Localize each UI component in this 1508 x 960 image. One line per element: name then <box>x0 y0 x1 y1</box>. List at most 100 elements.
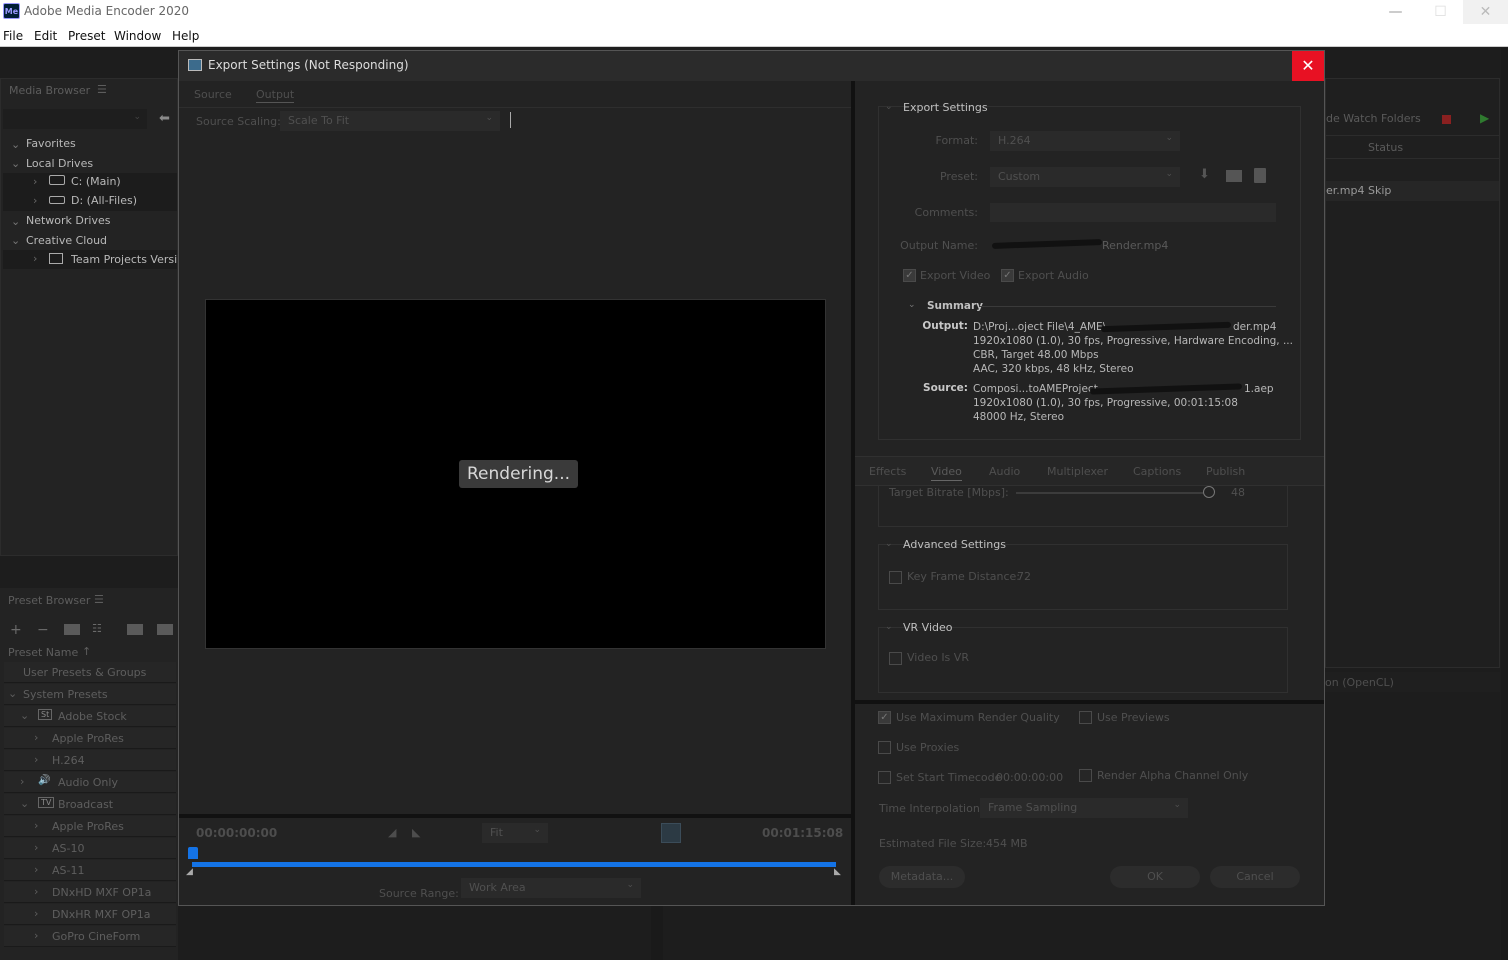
timeline-work-area[interactable] <box>192 862 836 867</box>
playhead[interactable] <box>188 847 198 859</box>
timecode-start[interactable]: 00:00:00:00 <box>196 826 277 840</box>
tab-effects[interactable]: Effects <box>869 465 906 478</box>
queue-row[interactable]: er.mp4 Skip <box>1326 181 1499 201</box>
new-group-icon[interactable] <box>64 624 80 635</box>
chevron-right-icon[interactable]: › <box>20 775 24 788</box>
settings-icon[interactable]: ☷ <box>92 622 102 635</box>
metadata-button[interactable]: Metadata... <box>879 866 965 888</box>
close-window-button[interactable]: ✕ <box>1463 0 1508 24</box>
use-previews-checkbox[interactable] <box>1079 711 1092 724</box>
render-alpha-checkbox[interactable] <box>1079 769 1092 782</box>
chevron-down-icon[interactable]: ⌄ <box>11 215 20 228</box>
chevron-right-icon[interactable]: › <box>34 929 38 942</box>
chevron-down-icon[interactable]: ⌄ <box>11 138 20 151</box>
tab-publish[interactable]: Publish <box>1206 465 1245 478</box>
panel-menu-icon[interactable]: ☰ <box>94 593 104 606</box>
chevron-down-icon[interactable]: ⌄ <box>20 797 29 810</box>
chevron-right-icon[interactable]: › <box>33 252 37 265</box>
preset-row[interactable]: › 🔊 Audio Only <box>4 772 176 793</box>
chevron-down-icon[interactable]: ⌄ <box>885 539 893 549</box>
chevron-down-icon[interactable]: ⌄ <box>885 622 893 632</box>
tree-drive-c[interactable]: C: (Main) <box>71 175 121 188</box>
chevron-down-icon[interactable]: ⌄ <box>11 157 20 170</box>
in-point-icon[interactable]: ◢ <box>186 867 193 877</box>
save-preset-icon[interactable]: ⬇ <box>1199 167 1215 183</box>
out-point-icon[interactable]: ◣ <box>834 867 841 877</box>
key-frame-value[interactable]: 72 <box>1017 570 1031 583</box>
tab-output[interactable]: Output <box>256 88 295 103</box>
back-arrow-icon[interactable]: ⬅ <box>159 111 170 126</box>
timecode-end[interactable]: 00:01:15:08 <box>762 826 843 840</box>
tree-team-projects[interactable]: Team Projects Versions <box>71 253 177 266</box>
format-dropdown[interactable]: H.264 ⌄ <box>990 131 1180 151</box>
chevron-right-icon[interactable]: › <box>34 885 38 898</box>
mark-in-icon[interactable]: ◢ <box>388 826 396 839</box>
video-is-vr-checkbox[interactable] <box>889 652 902 665</box>
chevron-down-icon[interactable]: ⌄ <box>8 687 17 700</box>
renderer-dropdown[interactable]: on (OpenCL) <box>1325 672 1500 692</box>
preset-row[interactable]: ⌄ TV Broadcast <box>4 794 176 815</box>
tree-network-drives[interactable]: Network Drives <box>26 214 110 227</box>
preset-name-column[interactable]: Preset Name <box>8 646 78 659</box>
start-timecode-value[interactable]: 00:00:00:00 <box>996 771 1063 784</box>
chevron-right-icon[interactable]: › <box>34 753 38 766</box>
delete-preset-icon[interactable] <box>1254 168 1266 183</box>
chevron-down-icon[interactable]: ⌄ <box>908 300 916 310</box>
play-icon[interactable]: ▶ <box>1480 111 1489 125</box>
tab-multiplexer[interactable]: Multiplexer <box>1047 465 1108 478</box>
preset-row[interactable]: › Apple ProRes <box>4 728 176 749</box>
tree-creative-cloud[interactable]: Creative Cloud <box>26 234 107 247</box>
source-range-dropdown[interactable]: Work Area ⌄ <box>461 878 641 898</box>
mark-out-icon[interactable]: ◣ <box>412 826 420 839</box>
preset-row[interactable]: › GoPro CineForm <box>4 926 176 947</box>
chevron-right-icon[interactable]: › <box>34 907 38 920</box>
menu-edit[interactable]: Edit <box>34 29 57 43</box>
target-bitrate-value[interactable]: 48 <box>1231 486 1245 499</box>
chevron-down-icon[interactable]: ⌄ <box>11 234 20 247</box>
preset-row[interactable]: ⌄ St Adobe Stock <box>4 706 176 727</box>
chevron-right-icon[interactable]: › <box>33 194 37 207</box>
menu-file[interactable]: File <box>3 29 23 43</box>
tab-video[interactable]: Video <box>931 465 962 481</box>
preset-row[interactable]: › AS-11 <box>4 860 176 881</box>
add-preset-icon[interactable]: + <box>10 622 22 638</box>
tree-favorites[interactable]: Favorites <box>26 137 76 150</box>
export-preset-icon[interactable] <box>157 624 173 635</box>
export-video-checkbox[interactable]: ✓ <box>903 269 916 282</box>
menu-window[interactable]: Window <box>114 29 161 43</box>
aspect-toggle-icon[interactable] <box>661 823 681 843</box>
tree-drive-d[interactable]: D: (All-Files) <box>71 194 137 207</box>
import-preset-icon[interactable] <box>1226 170 1242 182</box>
tab-source[interactable]: Source <box>194 88 232 101</box>
export-audio-checkbox[interactable]: ✓ <box>1001 269 1014 282</box>
bitrate-slider-track[interactable] <box>1016 492 1209 494</box>
tree-local-drives[interactable]: Local Drives <box>26 157 93 170</box>
scrollbar[interactable] <box>651 905 663 960</box>
output-name-value[interactable]: Render.mp4 <box>1102 239 1168 252</box>
chevron-right-icon[interactable]: › <box>34 731 38 744</box>
preset-row[interactable]: › H.264 <box>4 750 176 771</box>
import-preset-icon[interactable] <box>127 624 143 635</box>
system-presets-row[interactable]: ⌄ System Presets <box>4 684 176 705</box>
tab-captions[interactable]: Captions <box>1133 465 1181 478</box>
tab-audio[interactable]: Audio <box>989 465 1020 478</box>
cancel-button[interactable]: Cancel <box>1210 866 1300 888</box>
stop-icon[interactable] <box>1442 115 1451 124</box>
chevron-down-icon[interactable]: ⌄ <box>885 102 893 112</box>
sort-up-icon[interactable]: ↑ <box>82 645 91 658</box>
maximize-button[interactable]: ☐ <box>1418 0 1463 24</box>
minimize-button[interactable]: — <box>1373 0 1418 24</box>
use-proxies-checkbox[interactable] <box>878 741 891 754</box>
panel-menu-icon[interactable]: ☰ <box>97 83 107 96</box>
remove-preset-icon[interactable]: − <box>37 622 49 638</box>
scrollbar[interactable] <box>1501 48 1508 960</box>
chevron-right-icon[interactable]: › <box>34 819 38 832</box>
chevron-right-icon[interactable]: › <box>34 863 38 876</box>
menu-preset[interactable]: Preset <box>68 29 105 43</box>
preset-row[interactable]: › DNxHD MXF OP1a <box>4 882 176 903</box>
preset-row[interactable]: › Apple ProRes <box>4 816 176 837</box>
preset-dropdown[interactable]: Custom ⌄ <box>990 167 1180 187</box>
source-scaling-dropdown[interactable]: Scale To Fit ⌄ <box>280 111 500 131</box>
close-icon[interactable]: ✕ <box>1292 51 1324 81</box>
location-dropdown[interactable]: ⌄ <box>3 109 147 129</box>
